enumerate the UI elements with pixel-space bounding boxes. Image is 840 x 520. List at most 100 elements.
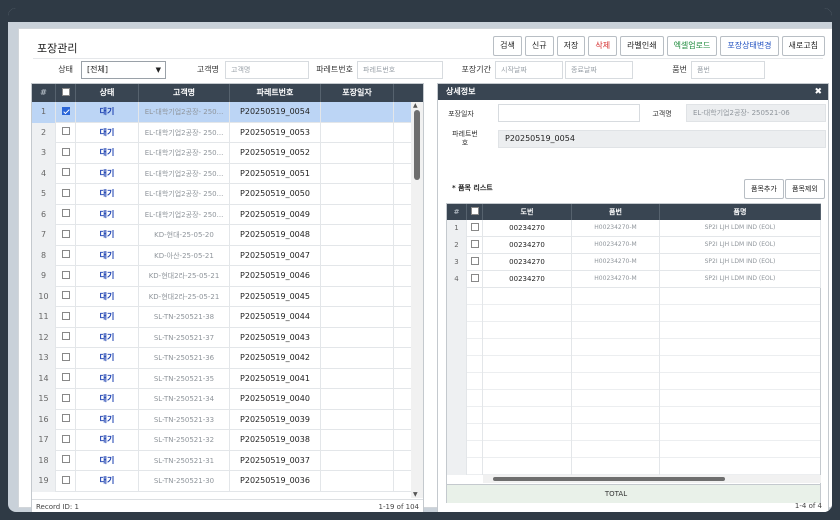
start-date-input[interactable]: 시작날짜 — [495, 61, 563, 79]
row-checkbox[interactable] — [56, 102, 76, 123]
item-row-checkbox[interactable] — [467, 237, 483, 254]
empty-row-number — [447, 322, 467, 339]
delete-button[interactable]: 삭제 — [588, 36, 618, 56]
excel-upload-button[interactable]: 엑셀업로드 — [666, 36, 718, 56]
row-checkbox[interactable] — [56, 450, 76, 471]
save-button[interactable]: 저장 — [556, 36, 586, 56]
row-pallet: P20250519_0037 — [230, 450, 321, 471]
table-row[interactable]: 10 대기 KD-현대2라-25-05-21 P20250519_0045 — [32, 286, 412, 307]
status-select[interactable]: [전체] ▼ — [81, 61, 166, 79]
table-row[interactable]: 4 대기 EL-대학기업2공장- 250... P20250519_0051 — [32, 163, 412, 184]
table-row[interactable]: 3 대기 EL-대학기업2공장- 250... P20250519_0052 — [32, 143, 412, 164]
scroll-up-icon[interactable]: ▲ — [413, 102, 418, 109]
row-status: 대기 — [76, 204, 139, 225]
row-checkbox[interactable] — [56, 245, 76, 266]
item-col-name[interactable]: 품명 — [660, 204, 821, 220]
col-header-pallet[interactable]: 파레트번호 — [230, 84, 321, 102]
item-part: H00234270-M — [572, 237, 660, 254]
row-status: 대기 — [76, 471, 139, 492]
table-row[interactable]: 5 대기 EL-대학기업2공장- 250... P20250519_0050 — [32, 184, 412, 205]
detail-customer-input[interactable]: EL-대학기업2공장- 250521-06 — [686, 104, 826, 122]
row-checkbox[interactable] — [56, 389, 76, 410]
row-checkbox[interactable] — [56, 163, 76, 184]
col-header-status[interactable]: 상태 — [76, 84, 139, 102]
table-row[interactable]: 6 대기 EL-대학기업2공장- 250... P20250519_0049 — [32, 204, 412, 225]
row-status: 대기 — [76, 348, 139, 369]
scrollbar-thumb[interactable] — [414, 110, 420, 180]
item-row[interactable]: 4 00234270 H00234270-M SP2I LJH LDM IND (EO… — [447, 271, 821, 288]
table-row[interactable]: 11 대기 SL-TN-250521-38 P20250519_0044 — [32, 307, 412, 328]
vertical-scrollbar[interactable]: ▲ ▼ — [411, 102, 423, 498]
item-row-checkbox[interactable] — [467, 220, 483, 237]
end-date-input[interactable]: 종료날짜 — [565, 61, 633, 79]
checkbox-icon — [61, 127, 70, 135]
row-checkbox[interactable] — [56, 266, 76, 287]
change-status-button[interactable]: 포장상태변경 — [720, 36, 779, 56]
item-horizontal-scrollbar[interactable] — [483, 475, 821, 483]
row-checkbox[interactable] — [56, 409, 76, 430]
empty-row-checkbox-cell — [467, 288, 483, 305]
row-customer: SL-TN-250521-32 — [139, 430, 230, 451]
detail-pallet-input[interactable]: P20250519_0054 — [498, 130, 826, 148]
table-row[interactable]: 1 대기 EL-대학기업2공장- 250... P20250519_0054 — [32, 102, 412, 123]
row-checkbox[interactable] — [56, 204, 76, 225]
item-input[interactable]: 품번 — [691, 61, 765, 79]
table-row[interactable]: 7 대기 KD-현대-25-05-20 P20250519_0048 — [32, 225, 412, 246]
row-checkbox[interactable] — [56, 307, 76, 328]
table-row[interactable]: 17 대기 SL-TN-250521-32 P20250519_0038 — [32, 430, 412, 451]
item-row[interactable]: 3 00234270 H00234270-M SP2I LJH LDM IND (EO… — [447, 254, 821, 271]
item-col-drawing[interactable]: 도번 — [483, 204, 572, 220]
table-row[interactable]: 2 대기 EL-대학기업2공장- 250... P20250519_0053 — [32, 122, 412, 143]
refresh-button[interactable]: 새로고침 — [781, 36, 825, 56]
empty-row-part — [572, 458, 660, 475]
row-checkbox[interactable] — [56, 225, 76, 246]
add-item-button[interactable]: 품목추가 — [744, 179, 784, 199]
scroll-down-icon[interactable]: ▼ — [413, 491, 418, 498]
row-checkbox[interactable] — [56, 184, 76, 205]
row-checkbox[interactable] — [56, 348, 76, 369]
row-checkbox[interactable] — [56, 327, 76, 348]
row-checkbox[interactable] — [56, 143, 76, 164]
table-row[interactable]: 12 대기 SL-TN-250521-37 P20250519_0043 — [32, 327, 412, 348]
item-row[interactable]: 1 00234270 H00234270-M SP2I LJH LDM IND (EO… — [447, 220, 821, 237]
empty-row — [447, 322, 820, 339]
col-header-pack-date[interactable]: 포장일자 — [321, 84, 394, 102]
table-row[interactable]: 18 대기 SL-TN-250521-31 P20250519_0037 — [32, 450, 412, 471]
row-checkbox[interactable] — [56, 286, 76, 307]
remove-item-button[interactable]: 품목제외 — [785, 179, 825, 199]
pallet-input[interactable]: 파레트번호 — [357, 61, 443, 79]
row-checkbox[interactable] — [56, 122, 76, 143]
new-button[interactable]: 신규 — [524, 36, 554, 56]
row-pack-date — [321, 409, 394, 430]
table-row[interactable]: 14 대기 SL-TN-250521-35 P20250519_0041 — [32, 368, 412, 389]
select-all-checkbox[interactable] — [56, 84, 76, 102]
col-header-customer[interactable]: 고객명 — [139, 84, 230, 102]
item-col-part[interactable]: 품번 — [572, 204, 660, 220]
row-checkbox[interactable] — [56, 368, 76, 389]
row-pallet: P20250519_0036 — [230, 471, 321, 492]
row-status: 대기 — [76, 266, 139, 287]
row-pallet: P20250519_0045 — [230, 286, 321, 307]
table-row[interactable]: 9 대기 KD-현대2라-25-05-21 P20250519_0046 — [32, 266, 412, 287]
item-row[interactable]: 2 00234270 H00234270-M SP2I LJH LDM IND (EO… — [447, 237, 821, 254]
empty-row-drawing — [483, 356, 572, 373]
item-row-checkbox[interactable] — [467, 254, 483, 271]
table-row[interactable]: 19 대기 SL-TN-250521-30 P20250519_0036 — [32, 471, 412, 492]
row-checkbox[interactable] — [56, 471, 76, 492]
item-scrollbar-thumb[interactable] — [493, 477, 725, 481]
table-row[interactable]: 13 대기 SL-TN-250521-36 P20250519_0042 — [32, 348, 412, 369]
row-pack-date — [321, 245, 394, 266]
item-row-checkbox[interactable] — [467, 271, 483, 288]
close-icon[interactable]: ✖ — [814, 84, 822, 100]
pack-date-input[interactable] — [498, 104, 640, 122]
row-checkbox[interactable] — [56, 430, 76, 451]
customer-input[interactable]: 고객명 — [225, 61, 309, 79]
search-button[interactable]: 검색 — [493, 36, 522, 56]
table-row[interactable]: 8 대기 KD-아산-25-05-21 P20250519_0047 — [32, 245, 412, 266]
table-row[interactable]: 16 대기 SL-TN-250521-33 P20250519_0039 — [32, 409, 412, 430]
print-label-button[interactable]: 라벨인쇄 — [620, 36, 664, 56]
table-row[interactable]: 15 대기 SL-TN-250521-34 P20250519_0040 — [32, 389, 412, 410]
empty-row-number — [447, 288, 467, 305]
item-select-all-checkbox[interactable] — [467, 204, 483, 220]
row-number: 17 — [32, 430, 56, 451]
